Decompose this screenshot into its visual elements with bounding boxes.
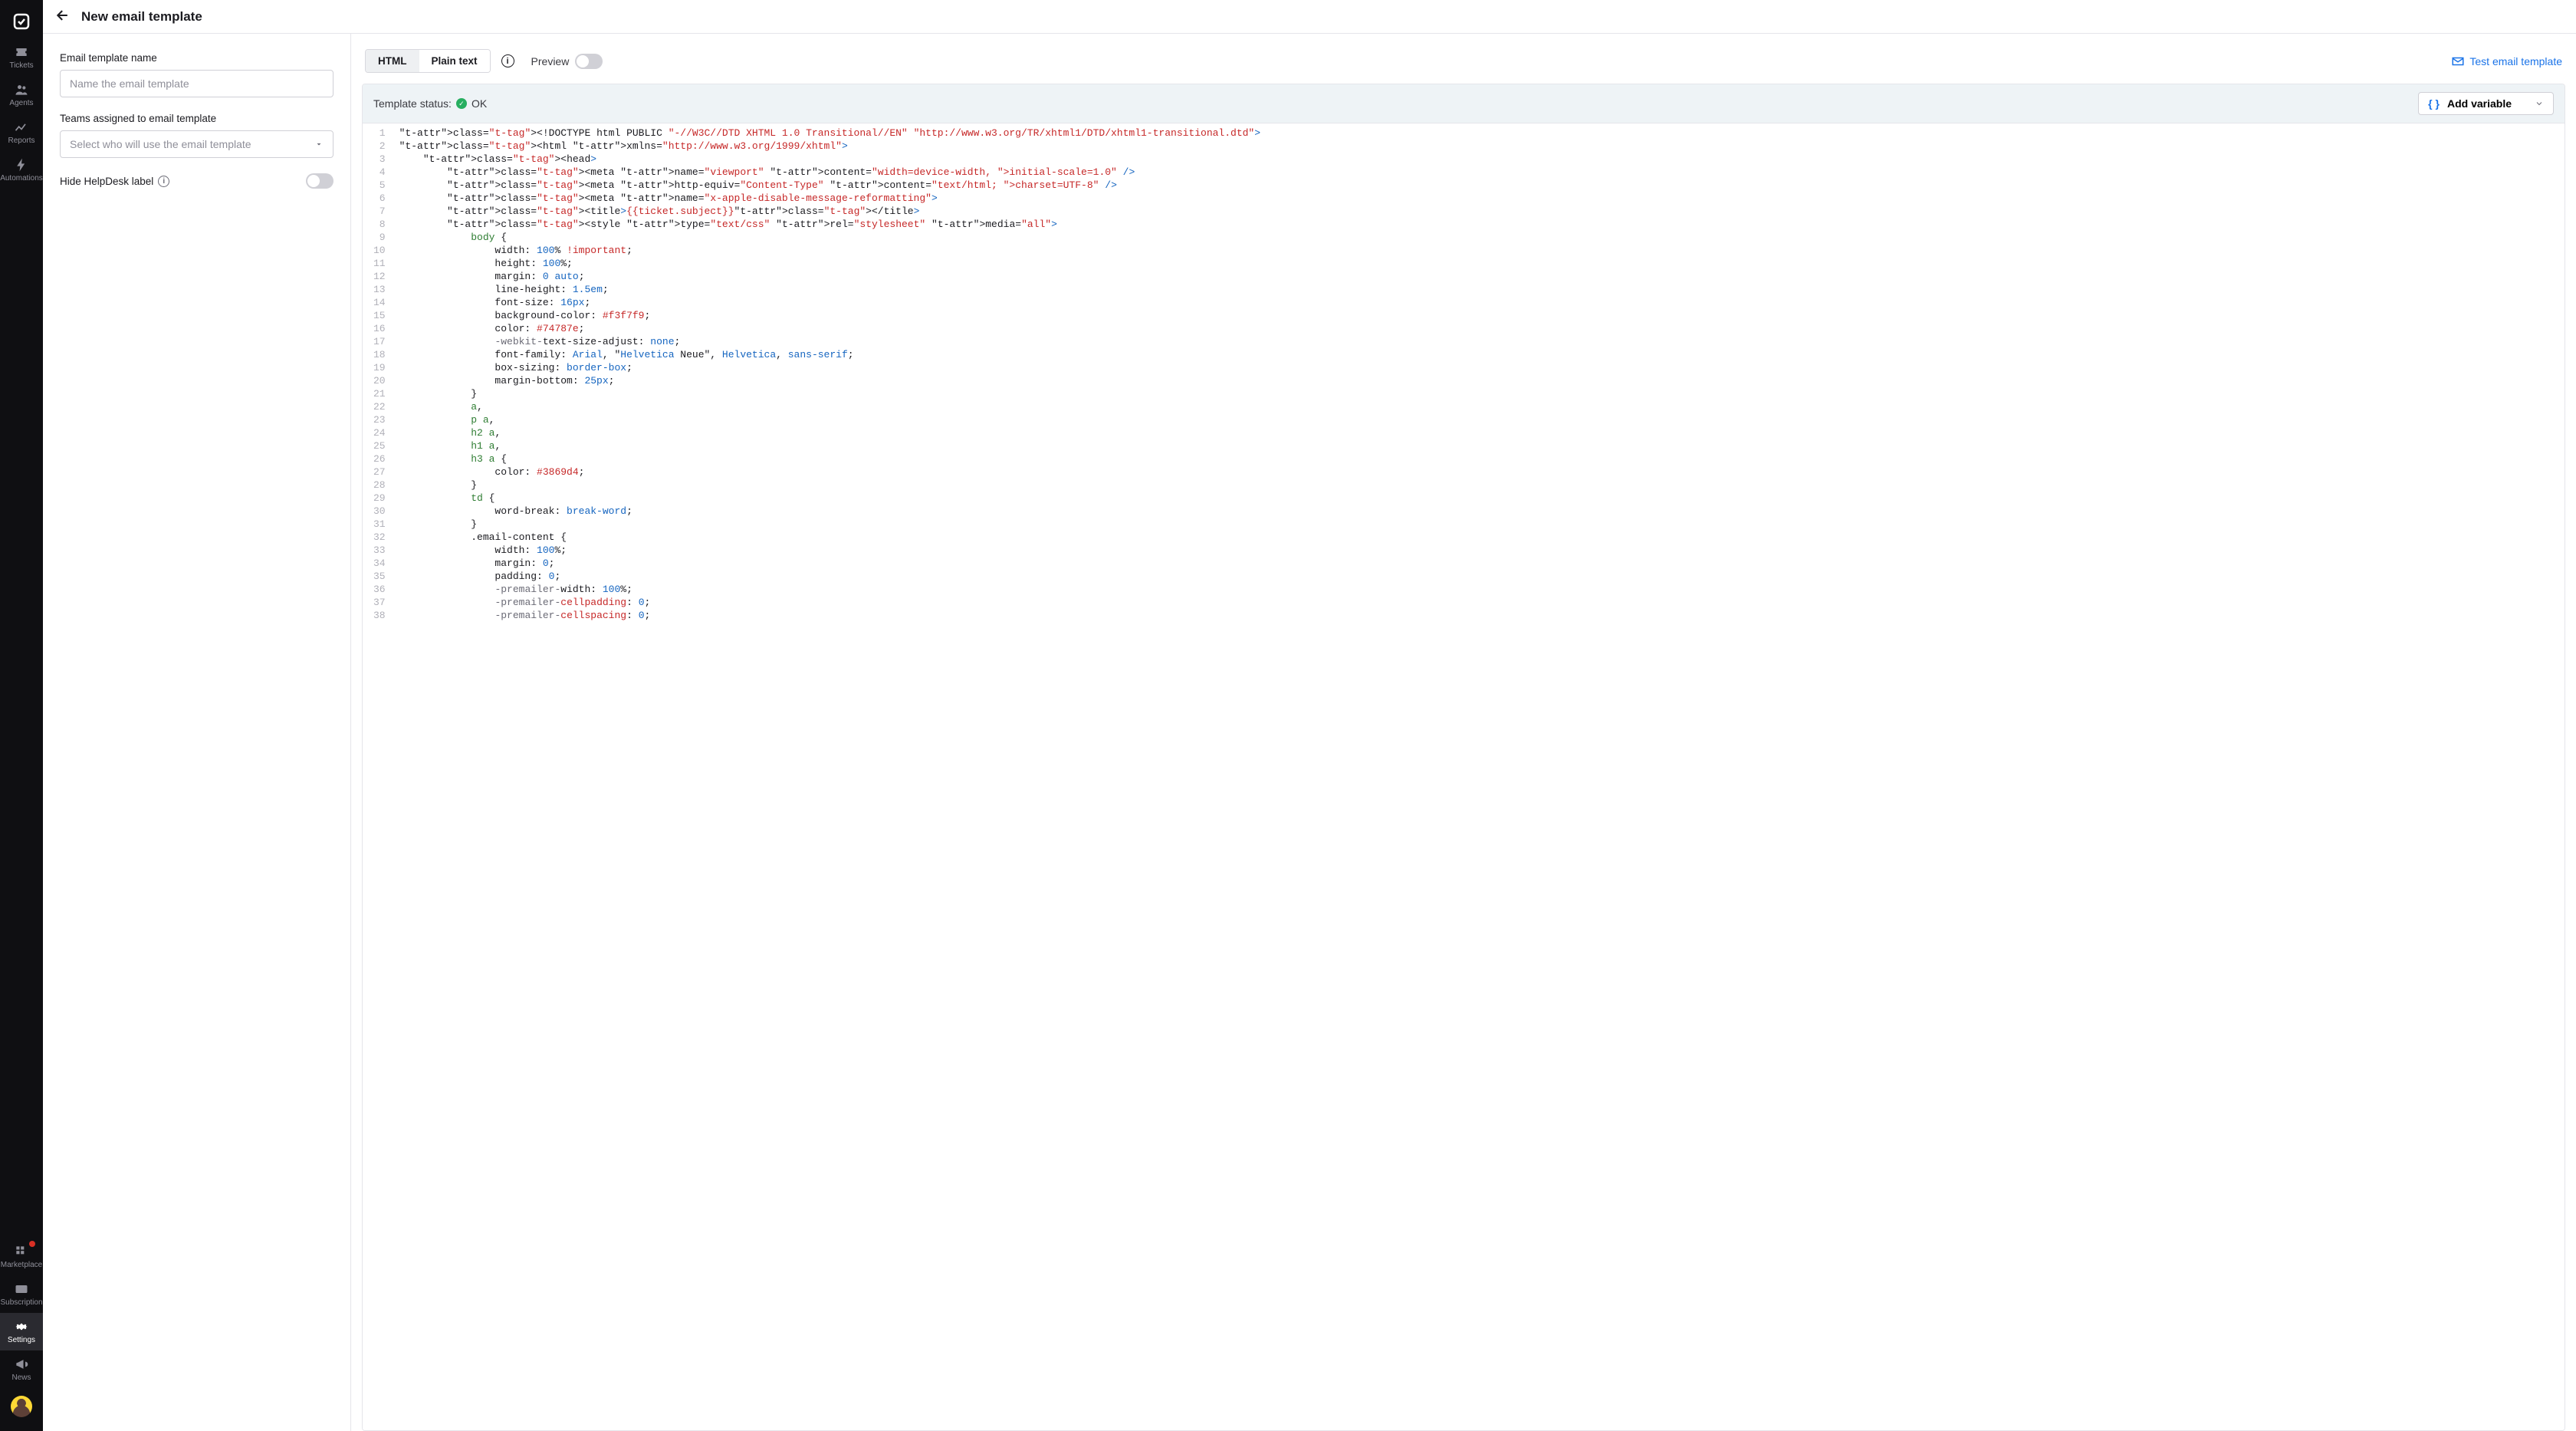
code-content[interactable]: "t-attr">class="t-tag"><!DOCTYPE html PU… — [393, 123, 1267, 1430]
plaintext-tab[interactable]: Plain text — [419, 50, 490, 72]
sidebar-item-tickets[interactable]: Tickets — [0, 38, 43, 76]
sidebar-label: Tickets — [9, 61, 33, 70]
sidebar: Tickets Agents Reports Automations Marke… — [0, 0, 43, 1431]
sidebar-label: Agents — [9, 99, 33, 107]
teams-select[interactable]: Select who will use the email template — [60, 130, 334, 158]
chevron-down-icon — [314, 140, 324, 149]
reports-icon — [14, 120, 29, 135]
sidebar-item-reports[interactable]: Reports — [0, 113, 43, 151]
sidebar-item-subscription[interactable]: Subscription — [0, 1275, 43, 1313]
info-icon[interactable]: i — [501, 54, 514, 67]
teams-label: Teams assigned to email template — [60, 113, 334, 124]
hide-label-text: Hide HelpDesk label — [60, 176, 153, 187]
sidebar-item-agents[interactable]: Agents — [0, 76, 43, 113]
status-value: OK — [472, 97, 487, 110]
sidebar-item-automations[interactable]: Automations — [0, 151, 43, 189]
sidebar-item-marketplace[interactable]: Marketplace — [0, 1238, 43, 1275]
notification-badge — [29, 1241, 35, 1247]
sidebar-label: Subscription — [0, 1298, 42, 1307]
page-title: New email template — [81, 9, 202, 25]
sidebar-label: Marketplace — [1, 1261, 42, 1269]
line-gutter: 1234567891011121314151617181920212223242… — [363, 123, 393, 1430]
editor-panel: HTML Plain text i Preview Test email tem… — [351, 34, 2576, 1431]
page-header: New email template — [43, 0, 2576, 34]
mail-icon — [2451, 54, 2465, 68]
editor-toolbar: HTML Plain text i Preview Test email tem… — [362, 49, 2565, 84]
arrow-left-icon — [55, 8, 71, 23]
user-avatar[interactable] — [11, 1396, 32, 1417]
gear-icon — [14, 1319, 29, 1334]
sidebar-item-settings[interactable]: Settings — [0, 1313, 43, 1350]
sidebar-label: Settings — [8, 1336, 35, 1344]
status-label: Template status: — [373, 97, 452, 110]
card-icon — [14, 1281, 29, 1297]
template-name-label: Email template name — [60, 52, 334, 64]
format-segmented: HTML Plain text — [365, 49, 491, 73]
chevron-down-icon — [2535, 99, 2544, 108]
grid-icon — [14, 1244, 29, 1259]
sidebar-item-news[interactable]: News — [0, 1350, 43, 1388]
sidebar-label: Reports — [8, 137, 34, 145]
teams-placeholder: Select who will use the email template — [70, 138, 251, 150]
code-editor[interactable]: 1234567891011121314151617181920212223242… — [363, 123, 2564, 1430]
sidebar-label: Automations — [0, 174, 43, 183]
agents-icon — [14, 82, 29, 97]
add-variable-button[interactable]: { } Add variable — [2418, 92, 2554, 115]
ticket-icon — [14, 44, 29, 60]
preview-toggle[interactable] — [575, 54, 603, 69]
html-tab[interactable]: HTML — [366, 50, 419, 72]
preview-label: Preview — [531, 55, 570, 67]
template-name-input[interactable] — [60, 70, 334, 97]
editor-status-bar: Template status: ✓ OK { } Add variable — [363, 84, 2564, 123]
form-panel: Email template name Teams assigned to em… — [43, 34, 351, 1431]
hide-label-toggle[interactable] — [306, 173, 334, 189]
info-icon[interactable]: i — [158, 176, 169, 187]
back-button[interactable] — [55, 8, 71, 25]
editor-frame: Template status: ✓ OK { } Add variable 1… — [362, 84, 2565, 1431]
app-logo[interactable] — [12, 12, 31, 31]
check-icon: ✓ — [456, 98, 467, 109]
sidebar-label: News — [12, 1373, 31, 1382]
bolt-icon — [14, 157, 29, 173]
megaphone-icon — [14, 1357, 29, 1372]
braces-icon: { } — [2428, 97, 2440, 110]
test-email-link[interactable]: Test email template — [2451, 54, 2562, 68]
